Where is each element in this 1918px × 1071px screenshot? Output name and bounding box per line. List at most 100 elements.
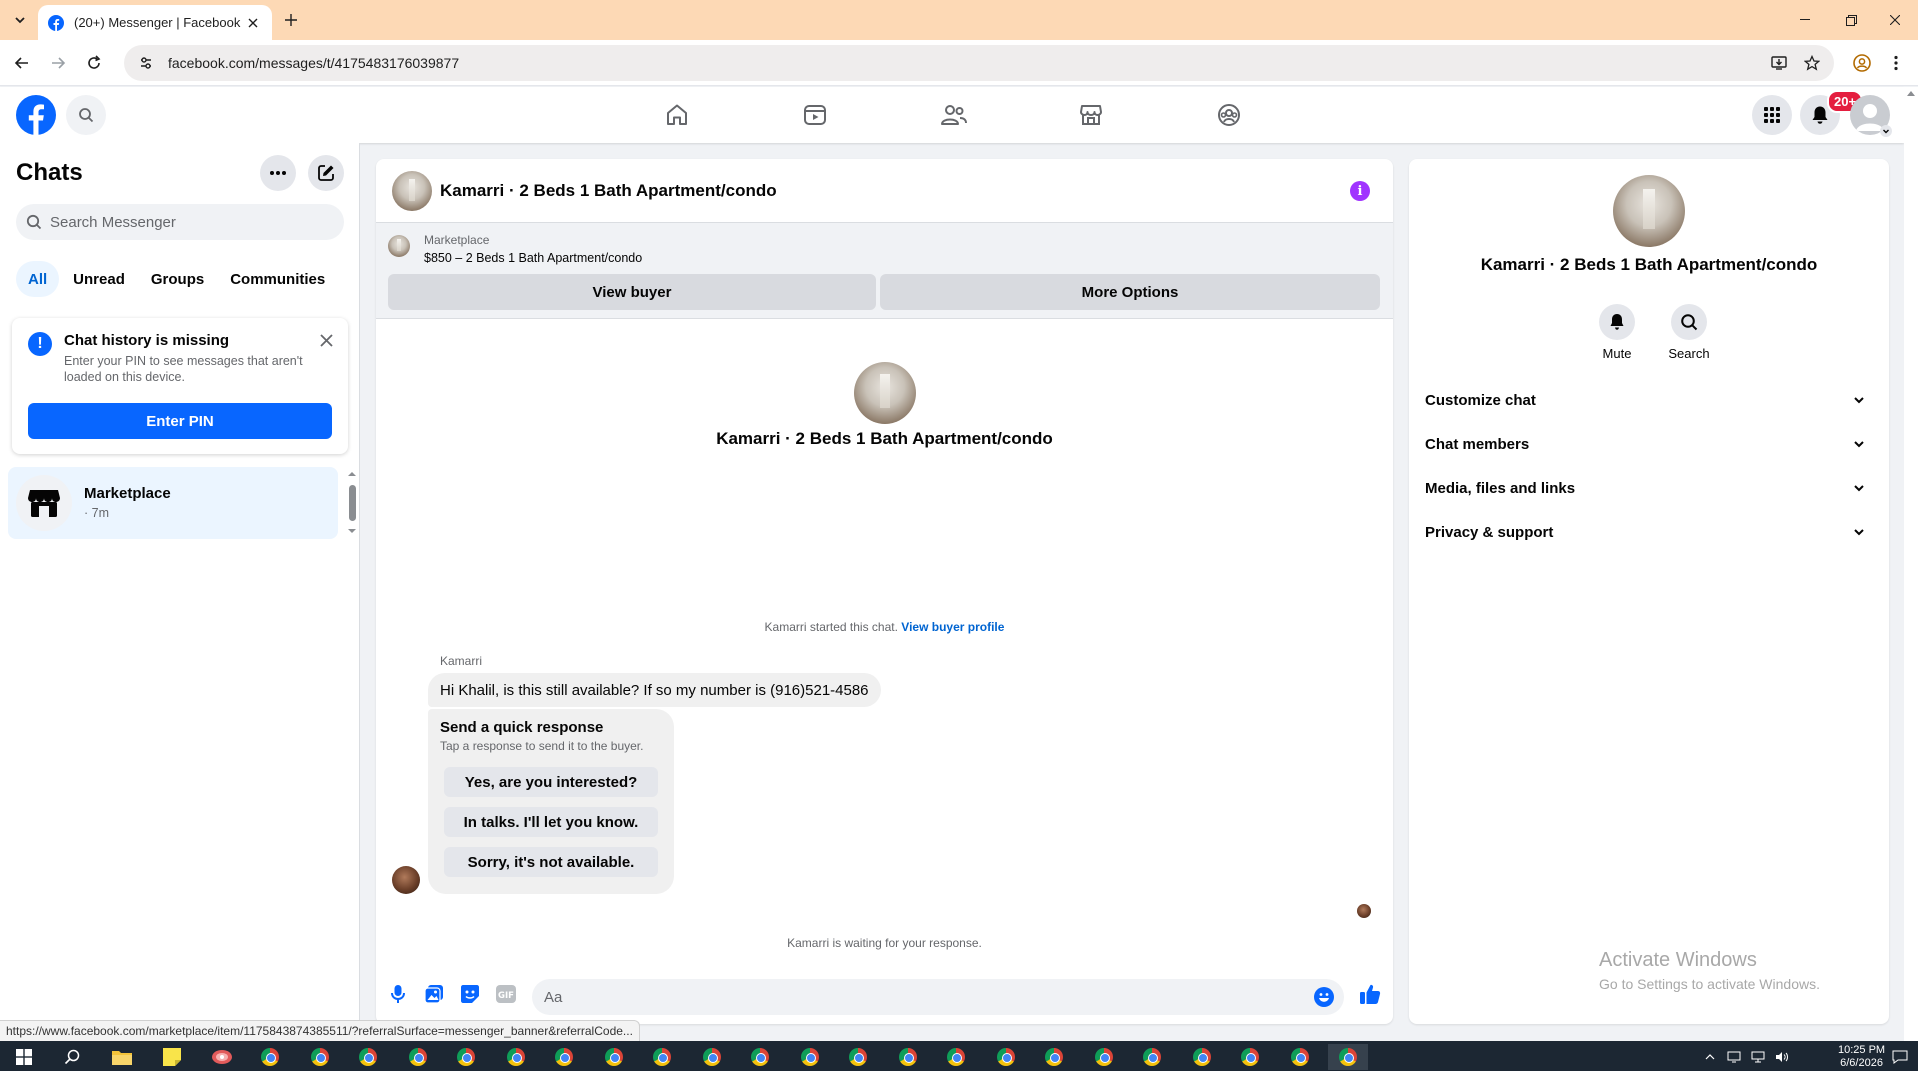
tray-display-icon[interactable]	[1724, 1044, 1744, 1070]
install-app-icon[interactable]	[1767, 51, 1791, 75]
chat-members-section[interactable]: Chat members	[1425, 422, 1873, 466]
windows-start-icon[interactable]	[4, 1044, 44, 1070]
view-buyer-button[interactable]: View buyer	[388, 274, 876, 310]
emoji-icon[interactable]	[1314, 987, 1334, 1007]
chrome-icon[interactable]	[446, 1044, 486, 1070]
chrome-icon-active[interactable]	[1328, 1044, 1368, 1070]
taskbar-search-icon[interactable]	[52, 1044, 92, 1070]
chrome-icon[interactable]	[692, 1044, 732, 1070]
chrome-icon[interactable]	[986, 1044, 1026, 1070]
listing-price-title[interactable]: $850 – 2 Beds 1 Bath Apartment/condo	[424, 251, 642, 265]
file-explorer-icon[interactable]	[102, 1044, 142, 1070]
chrome-icon[interactable]	[1132, 1044, 1172, 1070]
more-options-button[interactable]: More Options	[880, 274, 1380, 310]
network-icon[interactable]	[1748, 1044, 1768, 1070]
video-icon[interactable]	[795, 95, 835, 135]
tab-search-icon[interactable]	[8, 8, 32, 32]
filter-unread[interactable]: Unread	[61, 261, 137, 297]
scroll-up-icon[interactable]	[348, 470, 356, 478]
new-message-button[interactable]	[308, 155, 344, 191]
taskbar-clock[interactable]: 10:25 PM 6/6/2026	[1838, 1044, 1885, 1070]
volume-icon[interactable]	[1772, 1044, 1792, 1070]
apartment-avatar[interactable]	[392, 171, 432, 211]
enter-pin-button[interactable]: Enter PIN	[28, 403, 332, 439]
view-buyer-profile-link[interactable]: View buyer profile	[901, 620, 1004, 634]
mute-action[interactable]: Mute	[1577, 304, 1657, 361]
chrome-icon[interactable]	[1182, 1044, 1222, 1070]
chrome-icon[interactable]	[594, 1044, 634, 1070]
window-close-icon[interactable]	[1872, 0, 1918, 40]
chrome-icon[interactable]	[496, 1044, 536, 1070]
chrome-icon[interactable]	[838, 1044, 878, 1070]
filter-groups[interactable]: Groups	[139, 261, 216, 297]
facebook-logo-icon[interactable]	[16, 95, 56, 135]
info-icon[interactable]: i	[1350, 181, 1370, 201]
search-action[interactable]: Search	[1649, 304, 1729, 361]
chrome-icon[interactable]	[740, 1044, 780, 1070]
profile-icon[interactable]	[1850, 51, 1874, 75]
chrome-icon[interactable]	[1230, 1044, 1270, 1070]
chrome-icon[interactable]	[790, 1044, 830, 1070]
listing-thumbnail[interactable]	[388, 235, 410, 257]
chrome-icon[interactable]	[544, 1044, 584, 1070]
quick-reply-interested[interactable]: Yes, are you interested?	[444, 767, 658, 797]
page-scrollbar[interactable]	[1904, 87, 1918, 1042]
chat-list-item[interactable]: Marketplace · 7m	[8, 467, 338, 539]
home-icon[interactable]	[657, 95, 697, 135]
site-info-icon[interactable]	[138, 55, 154, 71]
tab-close-icon[interactable]	[244, 14, 262, 32]
minimize-icon[interactable]	[1782, 0, 1828, 40]
forward-icon[interactable]	[46, 51, 70, 75]
address-bar[interactable]: facebook.com/messages/t/4175483176039877	[124, 45, 1834, 81]
browser-menu-icon[interactable]	[1884, 51, 1908, 75]
back-icon[interactable]	[10, 51, 34, 75]
customize-chat-section[interactable]: Customize chat	[1425, 378, 1873, 422]
search-messenger-input[interactable]	[50, 213, 330, 231]
conversation-title[interactable]: Kamarri · 2 Beds 1 Bath Apartment/condo	[440, 181, 777, 201]
microphone-icon[interactable]	[388, 984, 408, 1004]
tray-chevron-icon[interactable]	[1700, 1044, 1720, 1070]
sender-avatar[interactable]	[392, 866, 420, 894]
groups-icon[interactable]	[1209, 95, 1249, 135]
chrome-icon[interactable]	[1084, 1044, 1124, 1070]
sticky-notes-icon[interactable]	[152, 1044, 192, 1070]
messenger-search[interactable]	[16, 204, 344, 240]
apps-menu-icon[interactable]	[1752, 95, 1792, 135]
reload-icon[interactable]	[82, 51, 106, 75]
chrome-icon[interactable]	[1280, 1044, 1320, 1070]
bookmark-star-icon[interactable]	[1800, 51, 1824, 75]
close-icon[interactable]	[316, 330, 336, 350]
mute-bell-icon[interactable]	[1599, 304, 1635, 340]
facebook-search-icon[interactable]	[66, 95, 106, 135]
page-scroll-up-icon[interactable]	[1907, 90, 1915, 96]
like-thumb-icon[interactable]	[1358, 982, 1382, 1006]
restore-icon[interactable]	[1828, 0, 1874, 40]
filter-communities[interactable]: Communities	[218, 261, 337, 297]
message-input[interactable]	[544, 988, 1284, 1006]
media-files-links-section[interactable]: Media, files and links	[1425, 466, 1873, 510]
browser-tab[interactable]: (20+) Messenger | Facebook	[38, 5, 272, 40]
chrome-icon[interactable]	[936, 1044, 976, 1070]
chrome-icon[interactable]	[398, 1044, 438, 1070]
quick-reply-not-available[interactable]: Sorry, it's not available.	[444, 847, 658, 877]
chrome-icon[interactable]	[300, 1044, 340, 1070]
filter-all[interactable]: All	[16, 261, 60, 297]
info-panel-avatar[interactable]	[1613, 175, 1685, 247]
account-chevron-icon[interactable]	[1880, 125, 1892, 137]
message-input-wrap[interactable]	[532, 979, 1344, 1015]
chat-list-scrollbar[interactable]	[349, 485, 356, 521]
chrome-icon[interactable]	[1034, 1044, 1074, 1070]
privacy-support-section[interactable]: Privacy & support	[1425, 510, 1873, 554]
quick-reply-in-talks[interactable]: In talks. I'll let you know.	[444, 807, 658, 837]
chrome-icon[interactable]	[250, 1044, 290, 1070]
chrome-icon[interactable]	[348, 1044, 388, 1070]
marketplace-icon[interactable]	[1071, 95, 1111, 135]
sticker-icon[interactable]	[460, 984, 480, 1004]
search-in-chat-icon[interactable]	[1671, 304, 1707, 340]
chrome-icon[interactable]	[888, 1044, 928, 1070]
chrome-icon[interactable]	[642, 1044, 682, 1070]
notification-center-icon[interactable]	[1886, 1044, 1914, 1070]
scroll-down-icon[interactable]	[348, 527, 356, 535]
photo-icon[interactable]	[424, 984, 444, 1004]
new-tab-icon[interactable]	[280, 9, 302, 31]
